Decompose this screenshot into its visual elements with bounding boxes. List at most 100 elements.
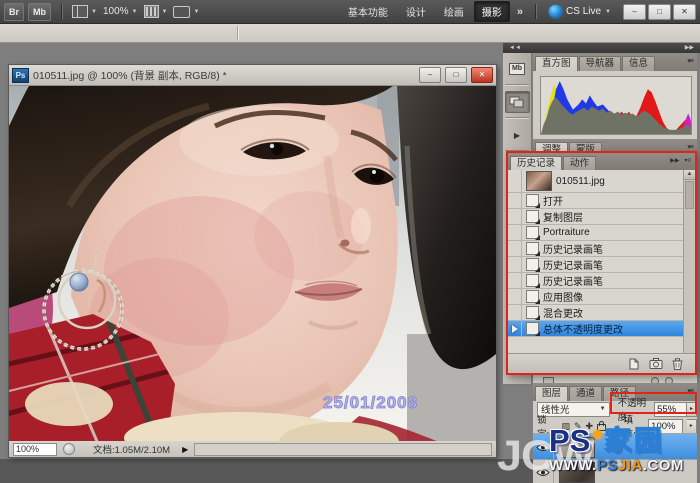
tab-channels[interactable]: 通道 xyxy=(569,386,602,401)
restore-button[interactable]: □ xyxy=(648,4,671,20)
history-scrollbar[interactable]: ▲ xyxy=(683,170,695,353)
layers-tab-bar: 图层 通道 路径 ▾≡ xyxy=(533,383,697,401)
view-extras-button[interactable]: ▼ xyxy=(72,5,97,18)
panel-menu-icon[interactable]: ▾≡ xyxy=(687,143,693,151)
tab-layers[interactable]: 图层 xyxy=(535,386,568,401)
tab-info[interactable]: 信息 xyxy=(622,56,655,71)
history-brush-source-cell[interactable] xyxy=(508,273,522,288)
portrait-photo: 25/01/2008 xyxy=(9,86,496,442)
chevron-down-icon: ▼ xyxy=(162,9,168,15)
snapshot-label: 010511.jpg xyxy=(556,176,605,187)
history-step[interactable]: 复制图层 xyxy=(508,209,684,225)
workspace-essentials[interactable]: 基本功能 xyxy=(340,1,396,22)
zoom-level-value: 100% xyxy=(103,6,129,17)
zoom-level-dropdown[interactable]: 100% ▼ xyxy=(103,6,138,17)
new-snapshot-icon[interactable] xyxy=(649,358,663,369)
history-state-icon xyxy=(526,274,539,287)
cs-live-icon xyxy=(549,5,562,18)
document-title: 010511.jpg @ 100% (背景 副本, RGB/8) * xyxy=(33,68,415,83)
status-zoom-field[interactable]: 100% xyxy=(13,443,57,456)
layer-thumbnail[interactable] xyxy=(559,437,595,458)
doc-maximize-button[interactable]: □ xyxy=(445,67,467,83)
history-step-label: 复制图层 xyxy=(543,209,583,224)
fill-spinner[interactable]: ▸ xyxy=(687,419,697,434)
layer-row-background[interactable] xyxy=(533,459,697,483)
history-brush-source-cell[interactable] xyxy=(508,209,522,224)
workspace-painting[interactable]: 绘画 xyxy=(436,1,472,22)
cs-live-button[interactable]: CS Live ▼ xyxy=(549,5,611,18)
panel-menu-icon[interactable]: ▾≡ xyxy=(684,157,691,164)
layer-visibility-toggle[interactable] xyxy=(533,434,554,460)
status-menu-arrow[interactable]: ▶ xyxy=(182,445,188,454)
delete-state-icon[interactable] xyxy=(672,358,683,370)
doc-minimize-button[interactable]: – xyxy=(419,67,441,83)
layer-row-active[interactable] xyxy=(533,433,697,460)
doc-close-button[interactable]: ✕ xyxy=(471,67,493,83)
lock-position-icon[interactable]: ✚ xyxy=(586,421,594,432)
lock-all-icon[interactable] xyxy=(597,424,606,431)
actions-panel-button[interactable]: ▶ xyxy=(505,124,530,146)
tab-histogram[interactable]: 直方图 xyxy=(535,56,578,71)
history-step[interactable]: 历史记录画笔 xyxy=(508,273,684,289)
history-snapshot-row[interactable]: 010511.jpg xyxy=(508,170,684,193)
history-step[interactable]: Portraiture xyxy=(508,225,684,241)
history-step-label: 历史记录画笔 xyxy=(543,273,603,288)
panel-expand-icon[interactable]: ▶▶ xyxy=(670,157,679,164)
minimize-button[interactable]: – xyxy=(623,4,646,20)
status-info-icon xyxy=(63,443,75,455)
history-step[interactable]: 历史记录画笔 xyxy=(508,257,684,273)
mini-bridge-panel-button[interactable]: Mb xyxy=(505,58,530,80)
new-document-from-state-icon[interactable] xyxy=(627,358,640,370)
history-step[interactable]: 总体不透明度更改 xyxy=(508,321,684,337)
history-state-icon xyxy=(526,322,539,335)
close-button[interactable]: ✕ xyxy=(673,4,696,20)
histogram-panel xyxy=(533,71,697,139)
lock-transparency-icon[interactable]: ▨ xyxy=(561,421,570,432)
history-brush-source-cell[interactable] xyxy=(508,289,522,304)
layer-visibility-toggle[interactable] xyxy=(533,460,554,483)
history-tab-bar: 历史记录 动作 ▶▶ ▾≡ xyxy=(508,153,695,170)
chevron-down-icon: ▼ xyxy=(600,406,606,412)
history-panel-button[interactable] xyxy=(505,91,530,113)
tab-history[interactable]: 历史记录 xyxy=(510,156,562,170)
history-brush-source-cell[interactable] xyxy=(508,241,522,256)
history-brush-source-cell[interactable] xyxy=(508,193,522,208)
history-step[interactable]: 历史记录画笔 xyxy=(508,241,684,257)
history-brush-source-cell[interactable] xyxy=(508,321,522,336)
opacity-field[interactable]: 55% xyxy=(654,402,687,417)
panel-menu-icon[interactable]: ▾≡ xyxy=(687,57,693,65)
workspace-overflow-button[interactable]: » xyxy=(511,6,529,18)
fill-field[interactable]: 100% xyxy=(648,419,682,434)
history-step[interactable]: 打开 xyxy=(508,193,684,209)
history-brush-source-cell[interactable] xyxy=(508,257,522,272)
panel-menu-icon[interactable]: ▾≡ xyxy=(687,387,693,395)
scroll-up-icon[interactable]: ▲ xyxy=(684,170,695,180)
document-title-bar[interactable]: Ps 010511.jpg @ 100% (背景 副本, RGB/8) * – … xyxy=(9,65,496,86)
application-bar: Br Mb ▼ 100% ▼ ▼ ▼ 基本功能 设计 绘画 摄影 » xyxy=(0,0,700,24)
history-brush-source-cell[interactable] xyxy=(508,170,522,192)
opacity-spinner[interactable]: ▸ xyxy=(687,402,697,417)
mini-bridge-button[interactable]: Mb xyxy=(28,3,51,21)
history-step-label: 历史记录画笔 xyxy=(543,257,603,272)
workspace-design[interactable]: 设计 xyxy=(398,1,434,22)
layer-thumbnail[interactable] xyxy=(559,462,595,483)
tab-navigator[interactable]: 导航器 xyxy=(579,56,622,71)
histogram-tab-bar: 直方图 导航器 信息 ▾≡ xyxy=(533,53,697,71)
collapse-panels-icon[interactable]: ◄◄ xyxy=(509,43,521,53)
tab-actions[interactable]: 动作 xyxy=(563,156,596,170)
image-canvas[interactable]: 25/01/2008 xyxy=(9,86,496,442)
history-state-icon xyxy=(526,306,539,319)
scrollbar-thumb[interactable] xyxy=(685,181,694,209)
bridge-button[interactable]: Br xyxy=(4,3,24,21)
history-step[interactable]: 应用图像 xyxy=(508,289,684,305)
history-brush-source-cell[interactable] xyxy=(508,225,522,240)
history-step[interactable]: 混合更改 xyxy=(508,305,684,321)
workspace-photography[interactable]: 摄影 xyxy=(474,1,510,22)
eye-icon xyxy=(536,468,550,477)
screen-mode-button[interactable]: ▼ xyxy=(173,6,199,18)
play-icon: ▶ xyxy=(514,131,520,140)
expand-panels-icon[interactable]: ▶▶ xyxy=(685,43,694,53)
lock-pixels-icon[interactable]: ✎ xyxy=(574,421,582,432)
history-brush-source-cell[interactable] xyxy=(508,305,522,320)
arrange-documents-button[interactable]: ▼ xyxy=(144,5,168,18)
